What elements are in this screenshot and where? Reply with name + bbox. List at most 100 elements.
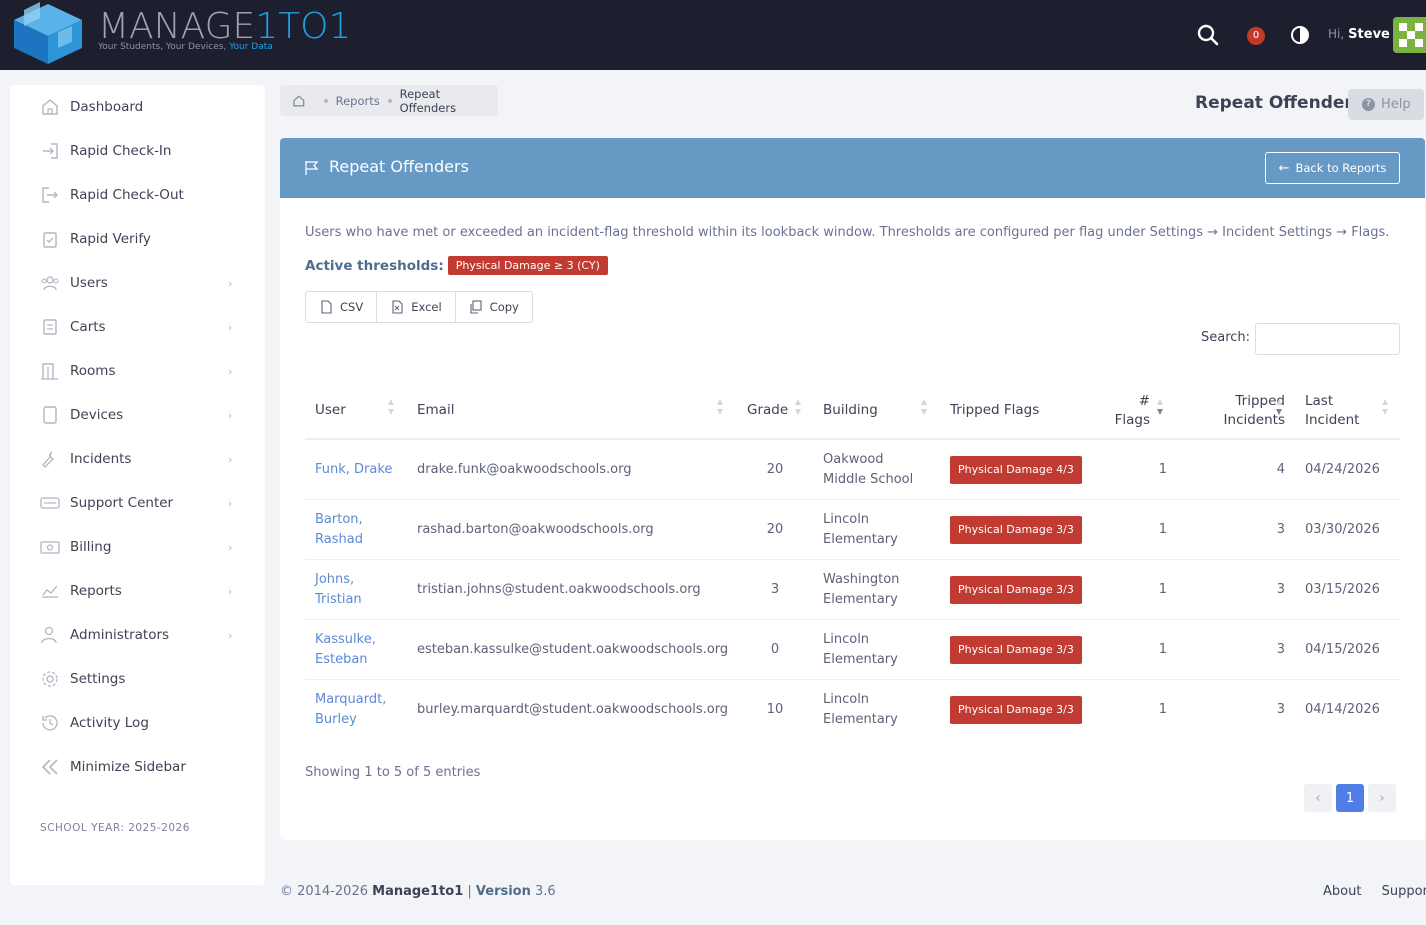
clipboard-check-icon [43, 232, 57, 248]
school-year: SCHOOL YEAR: 2025-2026 [40, 822, 190, 834]
sidebar-item-rapid-check-in[interactable]: Rapid Check-In [10, 129, 265, 173]
about-link[interactable]: About [1323, 884, 1361, 899]
num-flags-cell: 1 [1158, 702, 1167, 717]
csv-button[interactable]: CSV [306, 292, 378, 322]
breadcrumb-reports[interactable]: Reports [336, 94, 380, 108]
avatar[interactable] [1393, 17, 1426, 53]
chevron-right-icon: › [228, 364, 233, 378]
sort-icon [1276, 399, 1282, 415]
sidebar-item-carts[interactable]: Carts › [10, 305, 265, 349]
report-card: Repeat Offenders ← Back to Reports Users… [280, 138, 1425, 840]
grade-cell: 3 [770, 582, 780, 597]
theme-toggle-icon[interactable] [1290, 25, 1310, 45]
flag-badge: Physical Damage 3/3 [950, 696, 1082, 724]
notification-badge[interactable]: 0 [1247, 27, 1265, 45]
flag-icon [305, 161, 319, 175]
incidents-cell: 3 [1276, 582, 1285, 597]
user-link[interactable]: Barton, Rashad [315, 500, 395, 560]
user-greeting[interactable]: Hi, Steve [1328, 27, 1390, 42]
user-name: Steve [1348, 27, 1390, 42]
col-tripped-incidents[interactable]: Tripped Incidents [1200, 381, 1285, 440]
prev-page-button[interactable]: ‹ [1304, 784, 1332, 812]
sidebar-item-incidents[interactable]: Incidents › [10, 437, 265, 481]
sidebar-item-label: Rapid Check-In [70, 143, 172, 159]
sidebar-item-rapid-verify[interactable]: Rapid Verify [10, 217, 265, 261]
sidebar-item-support-center[interactable]: Support Center › [10, 481, 265, 525]
sort-icon [388, 399, 394, 415]
sidebar-item-label: Billing [70, 539, 112, 555]
user-link[interactable]: Johns, Tristian [315, 560, 395, 620]
sidebar-item-administrators[interactable]: Administrators › [10, 613, 265, 657]
sort-icon [1382, 399, 1388, 415]
footer: © 2014-2026 Manage1to1 | Version 3.6 [280, 884, 556, 899]
breadcrumb: Reports Repeat Offenders [280, 85, 498, 116]
brand-tagline: Your Students, Your Devices, Your Data [98, 42, 273, 52]
footer-separator: | [467, 884, 476, 899]
threshold-badge: Physical Damage ≥ 3 (CY) [447, 256, 608, 275]
sidebar-item-label: Incidents [70, 451, 132, 467]
num-flags-cell: 1 [1158, 642, 1167, 657]
incidents-cell: 3 [1276, 522, 1285, 537]
page-button-1[interactable]: 1 [1336, 784, 1364, 812]
footer-brand: Manage1to1 [372, 884, 464, 899]
chevron-right-icon: › [228, 496, 233, 510]
csv-file-icon [321, 300, 332, 314]
arrow-left-icon: ← [1278, 160, 1290, 176]
chevron-right-icon: › [228, 320, 233, 334]
chevron-right-icon: › [228, 276, 233, 290]
sidebar-item-settings[interactable]: Settings [10, 657, 265, 701]
building-cell: Washington Elementary [823, 572, 900, 607]
col-building[interactable]: Building [823, 381, 913, 440]
table-row: Funk, Drake drake.funk@oakwoodschools.or… [305, 440, 1400, 500]
email-cell: burley.marquardt@student.oakwoodschools.… [417, 702, 729, 717]
sidebar-item-devices[interactable]: Devices › [10, 393, 265, 437]
sidebar-item-reports[interactable]: Reports › [10, 569, 265, 613]
user-link[interactable]: Kassulke, Esteban [315, 620, 395, 680]
back-to-reports-button[interactable]: ← Back to Reports [1265, 152, 1400, 184]
tripped-flags-cell: Physical Damage 4/3 [950, 440, 1100, 500]
user-link[interactable]: Marquardt, Burley [315, 680, 395, 740]
sidebar-item-minimize[interactable]: Minimize Sidebar [10, 745, 265, 789]
grade-cell: 0 [770, 642, 780, 657]
card-header: Repeat Offenders ← Back to Reports [280, 138, 1425, 198]
col-last-incident[interactable]: Last Incident [1305, 381, 1370, 440]
top-bar: MANAGE1TO1 Your Students, Your Devices, … [0, 0, 1426, 70]
copy-button[interactable]: Copy [456, 292, 532, 322]
support-link[interactable]: Support [1382, 884, 1426, 899]
last-incident-cell: 04/24/2026 [1305, 462, 1380, 477]
brand-name: MANAGE1TO1 [98, 6, 352, 47]
sidebar-item-rapid-check-out[interactable]: Rapid Check-Out [10, 173, 265, 217]
col-email[interactable]: Email [417, 381, 717, 440]
col-num-flags[interactable]: # Flags [1095, 381, 1150, 440]
search-icon[interactable] [1196, 23, 1220, 47]
sidebar-item-billing[interactable]: Billing › [10, 525, 265, 569]
money-icon [40, 541, 60, 554]
tablet-icon [43, 406, 57, 424]
sidebar-item-users[interactable]: Users › [10, 261, 265, 305]
excel-button[interactable]: Excel [377, 292, 456, 322]
sidebar-item-label: Activity Log [70, 715, 149, 731]
sidebar-item-dashboard[interactable]: Dashboard [10, 85, 265, 129]
sidebar-item-label: Users [70, 275, 108, 291]
excel-file-icon [392, 300, 403, 314]
home-icon[interactable] [292, 94, 306, 108]
user-link[interactable]: Funk, Drake [315, 440, 405, 500]
report-description: Users who have met or exceeded an incide… [305, 225, 1390, 240]
search-input[interactable] [1255, 323, 1400, 355]
building-cell: Lincoln Elementary [823, 632, 898, 667]
next-page-button[interactable]: › [1368, 784, 1396, 812]
flag-badge: Physical Damage 4/3 [950, 456, 1082, 484]
sidebar-item-rooms[interactable]: Rooms › [10, 349, 265, 393]
brand-logo[interactable]: MANAGE1TO1 Your Students, Your Devices, … [10, 0, 352, 68]
footer-links: About Support [1323, 884, 1426, 899]
export-buttons: CSV Excel Copy [305, 291, 533, 323]
sidebar-item-activity-log[interactable]: Activity Log [10, 701, 265, 745]
last-incident-cell: 04/15/2026 [1305, 642, 1380, 657]
table-row: Marquardt, Burley burley.marquardt@stude… [305, 680, 1400, 740]
table-row: Kassulke, Esteban esteban.kassulke@stude… [305, 620, 1400, 680]
help-button[interactable]: ? Help [1348, 89, 1424, 120]
sidebar-item-label: Minimize Sidebar [70, 759, 186, 775]
tripped-flags-cell: Physical Damage 3/3 [950, 500, 1100, 560]
sidebar-item-label: Rapid Verify [70, 231, 151, 247]
col-grade[interactable]: Grade [747, 381, 797, 440]
